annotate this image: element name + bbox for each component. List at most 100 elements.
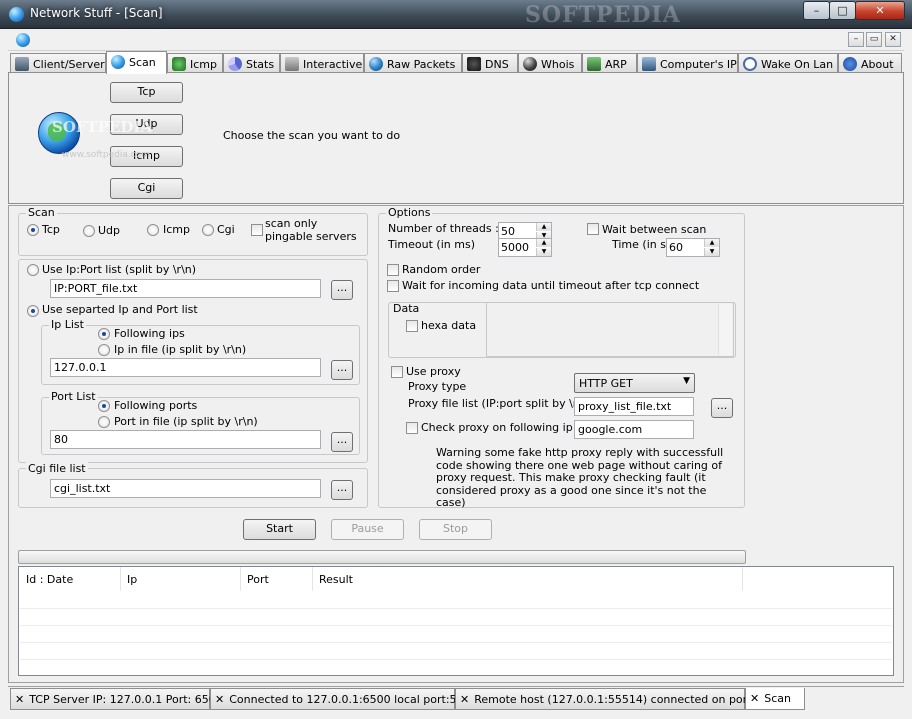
timeout-spinner[interactable]: 5000 ▲ ▼ (498, 238, 552, 257)
mdi-minimize-button[interactable]: – (848, 32, 864, 47)
port-browse-button[interactable]: ... (331, 432, 353, 452)
tab-arp[interactable]: ARP (582, 53, 637, 73)
time-spinner[interactable]: 60 ▲ ▼ (666, 238, 720, 257)
scan-cgi-radio[interactable] (202, 224, 214, 236)
mdi-close-button[interactable]: ✕ (885, 32, 901, 47)
data-textarea[interactable] (486, 302, 734, 357)
use-proxy-checkbox[interactable] (391, 366, 403, 378)
scan-type-panel: Tcp Udp Icmp Cgi Choose the scan you wan… (8, 72, 904, 204)
tab-whois[interactable]: Whois (518, 53, 582, 73)
check-proxy-input[interactable]: google.com (574, 420, 694, 439)
close-button[interactable]: ✕ (855, 1, 905, 20)
use-separated-radio[interactable] (27, 305, 39, 317)
main-tab-bar: Client/Server Scan Icmp Stats Interactiv… (8, 51, 904, 74)
mdi-app-icon[interactable] (16, 33, 30, 47)
pingable-checkbox[interactable] (251, 224, 263, 236)
column-header-ip[interactable]: Ip (121, 567, 241, 591)
scan-cgi-button[interactable]: Cgi (110, 178, 183, 199)
time-up-arrow[interactable]: ▲ (704, 239, 719, 247)
scan-cgi-label: Cgi (217, 223, 235, 236)
wait-incoming-label: Wait for incoming data until timeout aft… (402, 279, 700, 292)
random-order-checkbox[interactable] (387, 264, 399, 276)
icmp-icon (172, 57, 186, 71)
port-input[interactable]: 80 (50, 430, 321, 449)
scan-tcp-radio[interactable] (27, 224, 39, 236)
column-header-id-date[interactable]: Id : Date (20, 567, 121, 591)
wait-incoming-checkbox[interactable] (387, 280, 399, 292)
proxy-browse-button[interactable]: ... (711, 398, 733, 418)
status-tab-remote-host[interactable]: ✕ Remote host (127.0.0.1:55514) connected… (455, 688, 783, 710)
options-title: Options (386, 206, 433, 219)
tab-client-server[interactable]: Client/Server (10, 53, 106, 73)
hexa-data-checkbox[interactable] (406, 320, 418, 332)
scan-udp-radio[interactable] (83, 225, 95, 237)
tab-about[interactable]: About (838, 53, 902, 73)
status-tab-connected[interactable]: ✕ Connected to 127.0.0.1:6500 local port:… (210, 688, 485, 710)
timeout-up-arrow[interactable]: ▲ (536, 239, 551, 247)
scan-tcp-label: Tcp (42, 223, 60, 236)
scan-tcp-button[interactable]: Tcp (110, 82, 183, 103)
cgi-file-input[interactable]: cgi_list.txt (50, 479, 321, 498)
tab-dns[interactable]: DNS (462, 53, 518, 73)
close-icon[interactable]: ✕ (460, 693, 469, 706)
following-ports-radio[interactable] (98, 400, 110, 412)
ip-in-file-radio[interactable] (98, 344, 110, 356)
cgi-browse-button[interactable]: ... (331, 480, 353, 500)
tab-scan[interactable]: Scan (106, 51, 167, 74)
wait-between-scan-checkbox[interactable] (587, 223, 599, 235)
ipport-browse-button[interactable]: ... (331, 280, 353, 300)
table-row[interactable] (20, 592, 892, 609)
table-row[interactable] (20, 643, 892, 660)
close-icon[interactable]: ✕ (15, 693, 24, 706)
data-scrollbar[interactable] (718, 304, 732, 355)
port-in-file-radio[interactable] (98, 416, 110, 428)
tab-icmp[interactable]: Icmp (167, 53, 223, 73)
stop-button[interactable]: Stop (419, 519, 492, 540)
proxy-type-value: HTTP GET (579, 377, 633, 390)
scan-group-title: Scan (26, 206, 57, 219)
following-ips-radio[interactable] (98, 328, 110, 340)
tab-stats[interactable]: Stats (223, 53, 280, 73)
threads-value: 50 (501, 225, 515, 238)
ip-browse-button[interactable]: ... (331, 360, 353, 380)
column-header-port[interactable]: Port (241, 567, 313, 591)
use-ipport-list-radio[interactable] (27, 264, 39, 276)
pause-button[interactable]: Pause (331, 519, 404, 540)
close-icon[interactable]: ✕ (215, 693, 224, 706)
proxy-type-select[interactable]: HTTP GET ▼ (574, 373, 695, 393)
time-value: 60 (669, 241, 683, 254)
pingable-label: scan only pingable servers (265, 217, 357, 243)
status-tab-tcp-server[interactable]: ✕ TCP Server IP: 127.0.0.1 Port: 6500 (10, 688, 223, 710)
tab-interactive[interactable]: Interactive (280, 53, 364, 73)
scan-icmp-label: Icmp (163, 223, 190, 236)
maximize-button[interactable]: □ (829, 1, 856, 20)
chevron-down-icon: ▼ (683, 376, 690, 386)
following-ports-label: Following ports (114, 399, 198, 412)
threads-up-arrow[interactable]: ▲ (536, 223, 551, 231)
check-proxy-checkbox[interactable] (406, 422, 418, 434)
tab-computers-ip[interactable]: Computer's IP (637, 53, 738, 73)
table-row[interactable] (20, 609, 892, 626)
minimize-button[interactable]: – (803, 1, 830, 20)
computer-icon (642, 57, 656, 71)
tab-raw-packets[interactable]: Raw Packets (364, 53, 462, 73)
mdi-restore-button[interactable]: ▭ (866, 32, 882, 47)
threads-label: Number of threads : (388, 222, 499, 235)
time-down-arrow[interactable]: ▼ (704, 248, 719, 256)
scan-icmp-radio[interactable] (147, 224, 159, 236)
results-list[interactable]: Id : Date Ip Port Result (18, 566, 894, 676)
title-bar[interactable]: Network Stuff - [Scan] SOFTPEDIA – □ ✕ (0, 0, 912, 29)
start-button[interactable]: Start (243, 519, 316, 540)
tab-wake-on-lan[interactable]: Wake On Lan (738, 53, 838, 73)
status-tab-bar: ✕ TCP Server IP: 127.0.0.1 Port: 6500 ✕ Co… (8, 686, 904, 712)
proxy-file-label: Proxy file list (IP:port split by \r\n) (408, 397, 593, 410)
ip-input[interactable]: 127.0.0.1 (50, 358, 321, 377)
column-header-result[interactable]: Result (313, 567, 743, 591)
table-row[interactable] (20, 626, 892, 643)
close-icon[interactable]: ✕ (750, 692, 759, 705)
timeout-down-arrow[interactable]: ▼ (536, 248, 551, 256)
status-tab-scan[interactable]: ✕ Scan (745, 688, 805, 710)
ipport-list-file-input[interactable]: IP:PORT_file.txt (50, 279, 321, 298)
cgi-group-title: Cgi file list (26, 462, 88, 475)
proxy-file-input[interactable]: proxy_list_file.txt (574, 397, 694, 416)
